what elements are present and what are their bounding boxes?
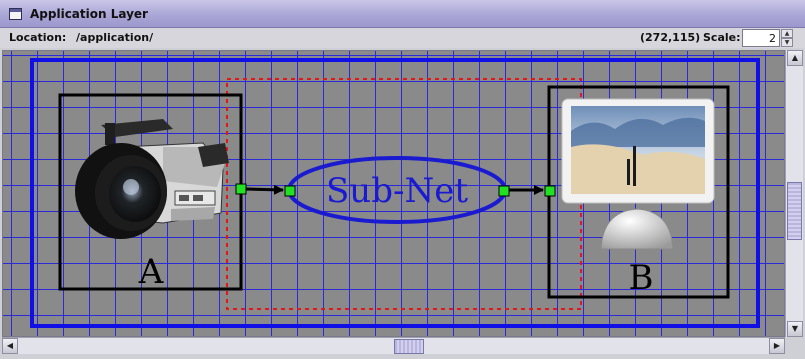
location-label: Location: (9, 31, 67, 44)
node-b[interactable]: B (547, 85, 730, 299)
window-icon (9, 8, 22, 20)
vertical-scrollbar[interactable]: ▲ ▼ (785, 50, 803, 337)
port-subnet-in[interactable] (284, 185, 296, 197)
subnet-label: Sub-Net (326, 171, 468, 211)
port-a-out[interactable] (235, 183, 247, 195)
scale-label: Scale: (703, 31, 741, 44)
arrow-left-icon[interactable]: ◀ (2, 338, 18, 354)
location-toolbar: Location: /application/ (272,115) Scale: (0, 28, 805, 48)
scrollbar-corner (785, 337, 803, 354)
title-bar[interactable]: Application Layer (0, 0, 805, 28)
scale-decrement-button[interactable]: ▼ (781, 38, 793, 47)
cursor-coordinates: (272,115) (640, 31, 701, 44)
diagram-svg: A B Sub-Net (30, 58, 760, 328)
subnet-node[interactable]: Sub-Net (287, 156, 507, 224)
arrow-down-icon[interactable]: ▼ (787, 321, 803, 337)
imac-monitor-image (561, 98, 715, 250)
scale-increment-button[interactable]: ▲ (781, 29, 793, 38)
window-title: Application Layer (30, 7, 148, 21)
node-a-label: A (138, 252, 164, 292)
vertical-scroll-thumb[interactable] (787, 182, 802, 240)
node-a[interactable]: A (58, 93, 243, 292)
video-camera-image (75, 119, 229, 239)
port-subnet-out[interactable] (498, 185, 510, 197)
location-path: /application/ (76, 31, 154, 44)
node-b-label: B (629, 258, 654, 298)
connector-a-to-subnet[interactable] (244, 184, 284, 195)
scale-input[interactable] (742, 29, 780, 47)
arrow-up-icon[interactable]: ▲ (787, 50, 803, 66)
horizontal-scroll-thumb[interactable] (394, 339, 424, 354)
arrow-right-icon[interactable]: ▶ (769, 338, 785, 354)
port-b-in[interactable] (544, 185, 556, 197)
diagram-canvas[interactable]: A B Sub-Net (2, 50, 785, 337)
horizontal-scrollbar[interactable]: ◀ ▶ (2, 337, 785, 354)
